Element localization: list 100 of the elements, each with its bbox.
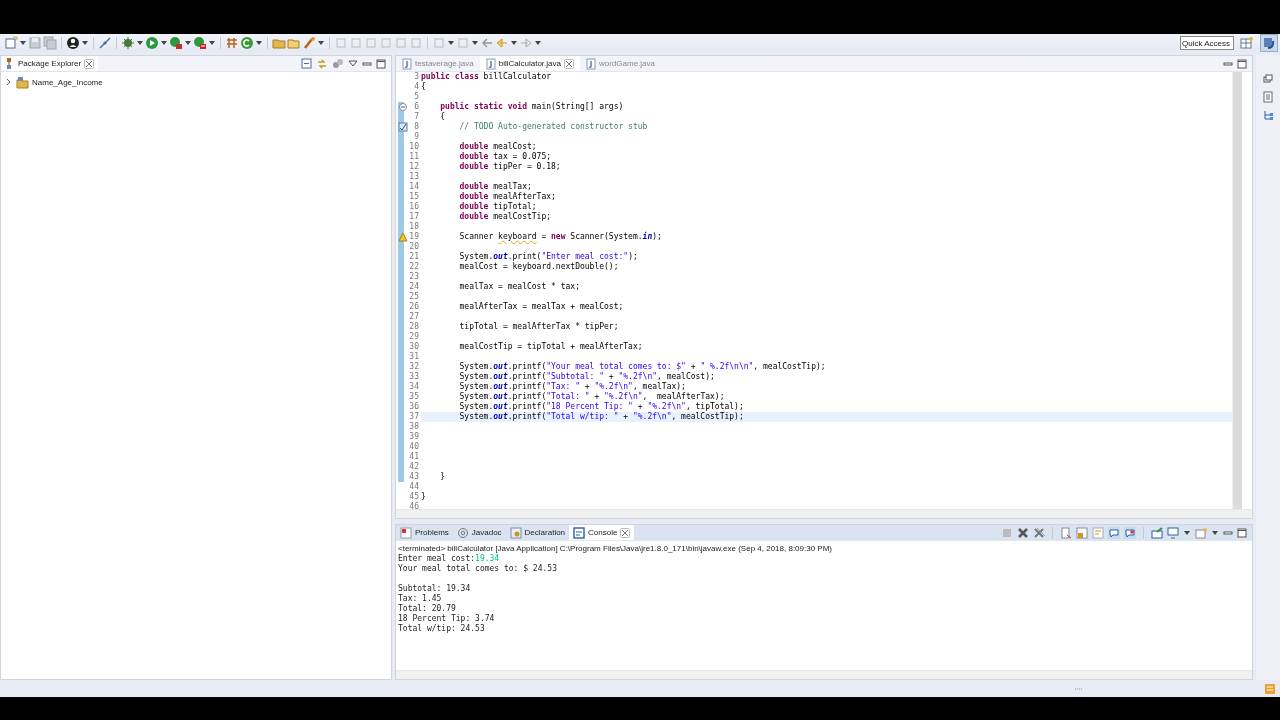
show-on-output-icon[interactable] (1108, 526, 1120, 539)
stop-icon[interactable] (193, 36, 207, 50)
line-number: 18 (408, 222, 420, 232)
folder-icon[interactable] (272, 36, 286, 50)
code-line: double tipTotal; (458, 202, 537, 212)
line-number: 12 (408, 162, 420, 172)
at-sign-icon (456, 526, 469, 539)
java-perspective-button[interactable] (1260, 34, 1278, 52)
expand-icon[interactable] (5, 78, 13, 86)
code-line: } (439, 472, 446, 482)
java-perspective-icon (1262, 36, 1276, 50)
code-line: { (439, 112, 446, 122)
close-icon[interactable] (620, 527, 631, 538)
restore-icon[interactable] (1262, 73, 1274, 85)
editor-tab[interactable]: billCalculator.java (479, 56, 580, 71)
remove-launch-icon[interactable] (1017, 526, 1029, 539)
line-number: 16 (408, 202, 420, 212)
code-line: tipTotal = mealAfterTax * tipPer; (458, 322, 619, 332)
line-number: 6 (413, 102, 420, 112)
caret-icon[interactable] (1211, 528, 1219, 537)
caret-icon[interactable] (136, 39, 144, 47)
line-number: 43 (408, 472, 420, 482)
caret-icon[interactable] (19, 39, 27, 47)
grid-icon[interactable] (225, 36, 239, 50)
horizontal-scrollbar[interactable] (396, 670, 1252, 679)
caret-icon[interactable] (1183, 528, 1191, 537)
maximize-icon[interactable] (1237, 527, 1247, 538)
caret-icon[interactable] (184, 39, 192, 47)
open-folder-icon[interactable] (287, 36, 301, 50)
outline-icon[interactable] (1262, 91, 1274, 103)
caret-icon[interactable] (255, 39, 263, 47)
quick-access-field[interactable]: Quick Access (1180, 36, 1234, 50)
line-number: 13 (408, 172, 420, 182)
line-number: 17 (408, 212, 420, 222)
bug-icon[interactable] (121, 36, 135, 50)
view-tab[interactable]: Problems (396, 525, 453, 540)
line-number: 27 (408, 312, 420, 322)
run-icon[interactable] (145, 36, 159, 50)
code-line: System.out.printf("Subtotal: " + "%.2f\n", mealCost); (458, 372, 715, 382)
code-line: double tipPer = 0.18; (458, 162, 561, 172)
caret-icon[interactable] (447, 39, 455, 47)
close-icon[interactable] (84, 58, 95, 69)
code-line: System.out.print("Enter meal cost:"); (458, 252, 638, 262)
line-number: 11 (408, 152, 420, 162)
horizontal-scrollbar[interactable] (396, 509, 1252, 518)
line-number: 14 (408, 182, 420, 192)
maximize-icon[interactable] (1237, 58, 1247, 69)
console-line: Subtotal: 19.34 (398, 584, 472, 594)
collapse-all-icon[interactable] (301, 58, 312, 69)
tree-item[interactable]: Name_Age_Income (5, 75, 387, 89)
display-console-icon[interactable] (1167, 526, 1179, 539)
console-icon (573, 526, 586, 539)
editor-tab[interactable]: testaverage.java (396, 56, 480, 71)
panel-tab[interactable]: Package Explorer (1, 56, 99, 71)
run-icon[interactable] (169, 36, 183, 50)
code-line: public class billCalculator (421, 72, 552, 82)
console-line: 18 Percent Tip: 3.74 (398, 614, 496, 624)
code-line: } (421, 492, 426, 502)
clear-console-icon[interactable] (1060, 526, 1072, 539)
java-file-icon (585, 57, 596, 70)
caret-icon[interactable] (160, 39, 168, 47)
new-class-icon[interactable] (240, 36, 254, 50)
link-icon[interactable] (316, 57, 328, 70)
caret-icon[interactable] (510, 39, 518, 47)
brush-icon[interactable] (302, 36, 316, 50)
maximize-icon[interactable] (376, 58, 386, 69)
line-number: 29 (408, 332, 420, 342)
fold-marker-icon[interactable] (398, 102, 408, 112)
caret-icon[interactable] (471, 39, 479, 47)
show-on-error-icon[interactable] (1124, 526, 1136, 539)
caret-icon[interactable] (208, 39, 216, 47)
console-line: Your meal total comes to: $ 24.53 (398, 564, 558, 574)
caret-icon[interactable] (317, 39, 325, 47)
line-number: 3 (413, 72, 420, 82)
pin-icon[interactable] (98, 36, 112, 50)
hierarchy-icon[interactable] (1262, 109, 1274, 121)
line-number: 28 (408, 322, 420, 332)
view-tab[interactable]: Javadoc (452, 525, 506, 540)
avatar-icon[interactable] (66, 36, 80, 50)
code-line: double mealCostTip; (458, 212, 552, 222)
line-number: 4 (413, 82, 420, 92)
line-number: 15 (408, 192, 420, 202)
caret-icon[interactable] (534, 39, 542, 47)
console-line: Enter meal cost:19.34 (398, 554, 501, 564)
console-line: Total: 20.79 (398, 604, 457, 614)
view-tab[interactable]: Console (569, 525, 635, 540)
view-tab[interactable]: Declaration (505, 525, 570, 540)
save-all-icon[interactable] (43, 36, 57, 50)
line-number: 40 (408, 442, 420, 452)
open-perspective-icon[interactable] (1240, 36, 1254, 50)
close-icon[interactable] (563, 58, 574, 69)
pin-console-icon[interactable] (1151, 526, 1163, 539)
scroll-lock-icon[interactable] (1076, 526, 1088, 539)
view-menu-icon[interactable] (348, 58, 358, 69)
caret-icon[interactable] (81, 39, 89, 47)
remove-all-icon[interactable] (1033, 526, 1045, 539)
vertical-scrollbar[interactable] (1232, 72, 1242, 509)
line-number: 9 (413, 132, 420, 142)
filter-icon[interactable] (332, 57, 344, 70)
line-number: 30 (408, 342, 420, 352)
